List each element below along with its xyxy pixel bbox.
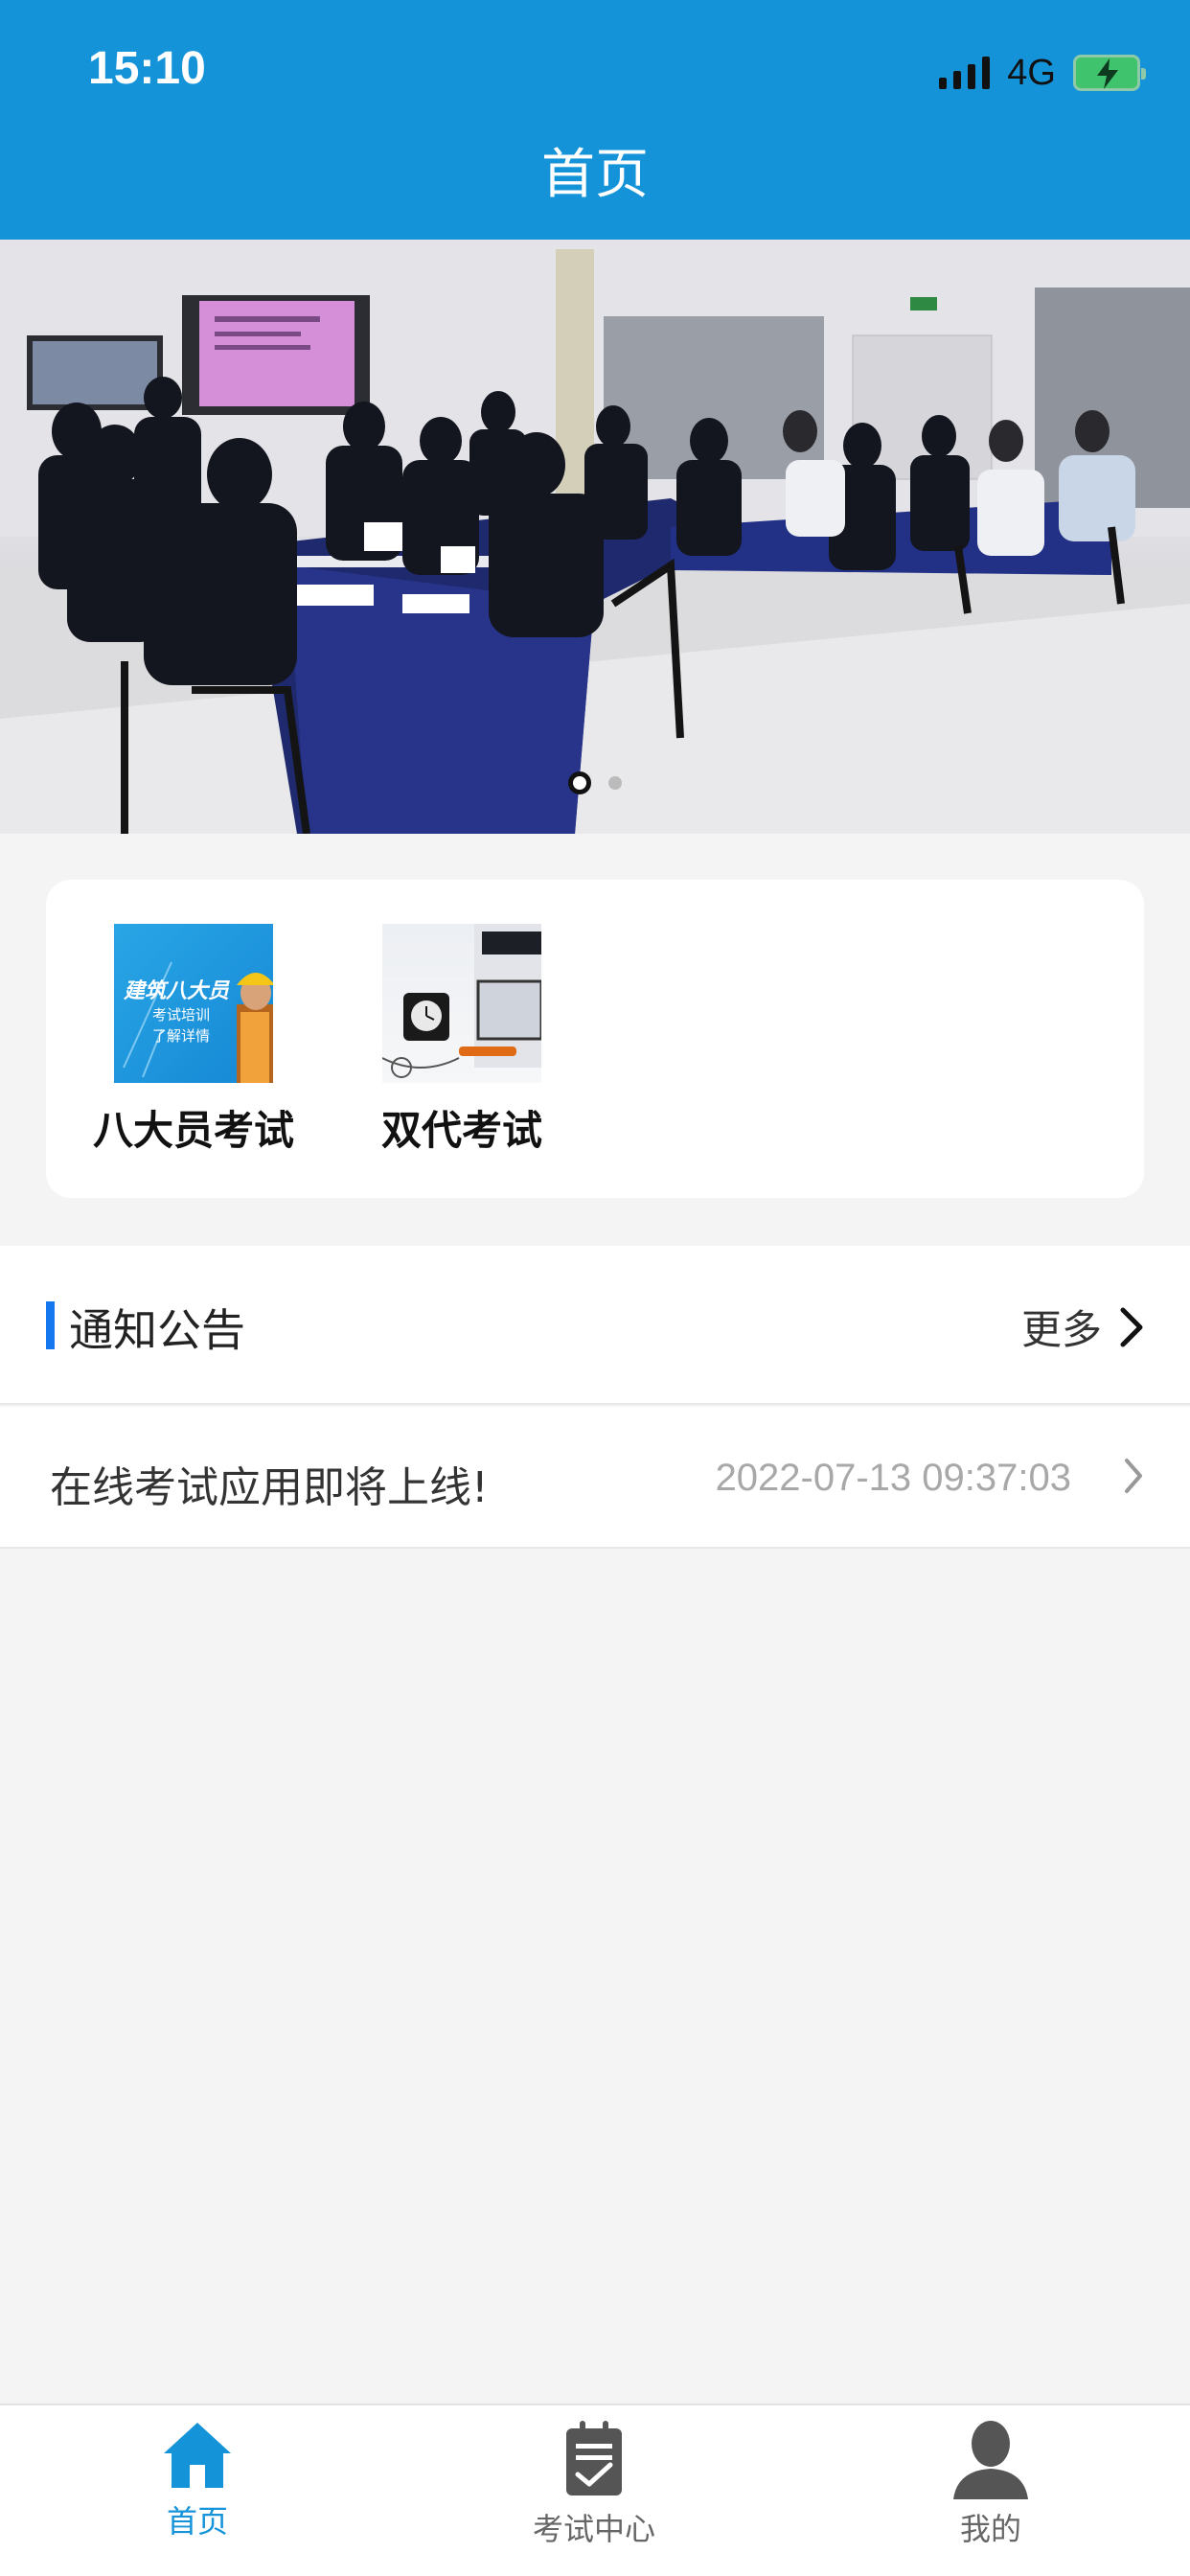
notice-item-title: 在线考试应用即将上线! — [50, 1463, 489, 1512]
category-item-shuang-dai[interactable]: 双代考试 — [347, 924, 577, 1157]
category-card: 建筑八大员 考试培训 了解详情 八大员考试 双代考试 — [46, 880, 1144, 1198]
top-header: 15:10 4G 首页 — [0, 0, 1190, 240]
section-accent-bar — [46, 1301, 55, 1349]
category-thumbnail-equipment — [382, 924, 541, 1083]
signal-icon — [939, 57, 991, 89]
chevron-right-icon — [1120, 1307, 1143, 1346]
page-title: 首页 — [541, 144, 649, 206]
clipboard-icon — [566, 2421, 622, 2496]
tab-label: 首页 — [166, 2503, 228, 2540]
status-time: 15:10 — [88, 43, 206, 94]
thumbnail-sub2: 了解详情 — [152, 1027, 211, 1045]
category-item-bada-yuan[interactable]: 建筑八大员 考试培训 了解详情 八大员考试 — [79, 924, 309, 1157]
banner-carousel[interactable] — [0, 240, 1190, 834]
notice-item-date: 2022-07-13 09:37:03 — [715, 1457, 1071, 1499]
category-thumbnail-construction: 建筑八大员 考试培训 了解详情 — [114, 924, 273, 1083]
home-icon — [164, 2423, 231, 2488]
carousel-dot-active[interactable] — [568, 771, 591, 794]
bottom-tab-bar: 首页 考试中心 我的 — [0, 2404, 1190, 2576]
thumbnail-title: 建筑八大员 — [124, 979, 230, 1003]
category-label: 八大员考试 — [92, 1107, 294, 1154]
user-icon — [953, 2421, 1028, 2499]
thumbnail-sub1: 考试培训 — [152, 1006, 211, 1024]
banner-image — [0, 240, 1190, 834]
tab-label: 考试中心 — [532, 2511, 655, 2547]
tab-label: 我的 — [959, 2511, 1021, 2547]
notice-section-title: 通知公告 — [69, 1304, 245, 1356]
carousel-dots — [0, 771, 1190, 794]
status-indicators: 4G — [939, 52, 1146, 94]
tab-home[interactable]: 首页 — [54, 2419, 341, 2542]
notice-header: 通知公告 更多 — [0, 1246, 1190, 1405]
notice-list-item[interactable]: 在线考试应用即将上线! 2022-07-13 09:37:03 — [0, 1407, 1190, 1549]
tab-exam-center[interactable]: 考试中心 — [450, 2419, 738, 2549]
battery-charging-icon — [1073, 55, 1146, 91]
tab-mine[interactable]: 我的 — [847, 2419, 1134, 2549]
more-label: 更多 — [1020, 1306, 1102, 1353]
carousel-dot[interactable] — [608, 776, 622, 790]
more-link[interactable]: 更多 — [1021, 1298, 1144, 1356]
category-label: 双代考试 — [380, 1107, 542, 1154]
network-type: 4G — [1007, 52, 1056, 93]
chevron-right-icon — [1125, 1459, 1142, 1493]
